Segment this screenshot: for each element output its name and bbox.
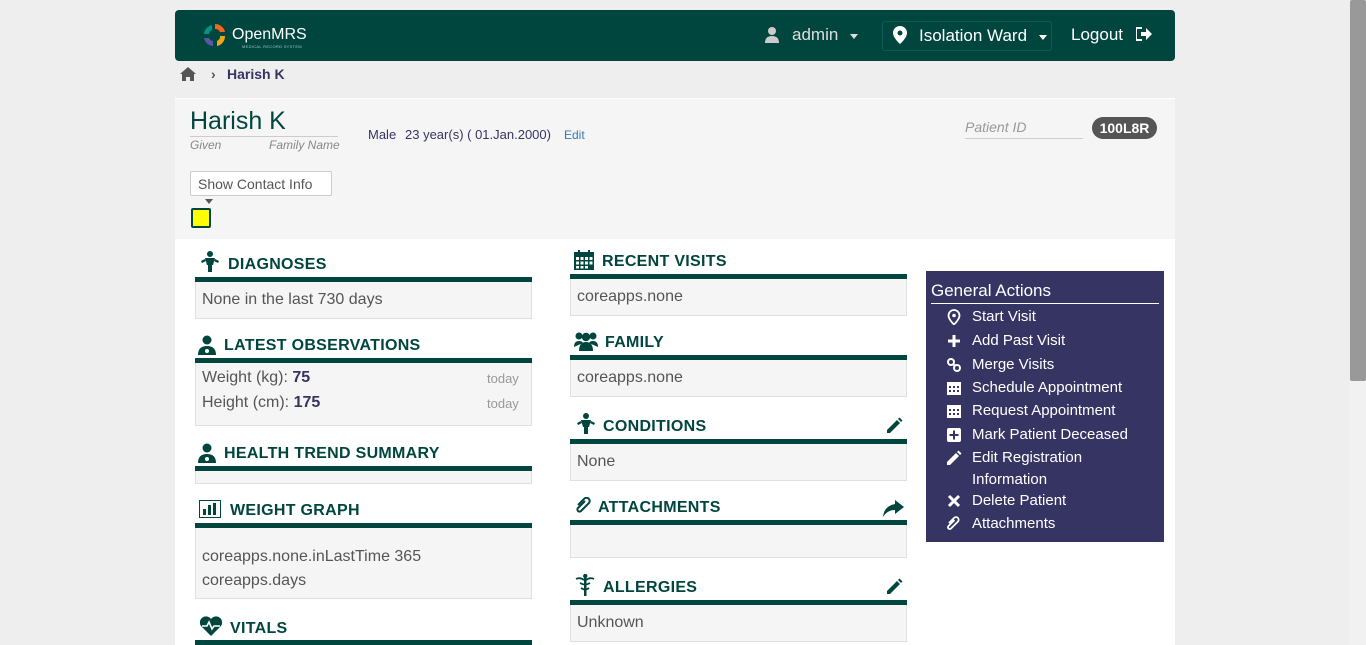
chevron-right-icon: › [211,66,216,82]
allergies-body: Unknown [570,605,907,642]
link-icon [947,358,961,372]
diagnoses-title: DIAGNOSES [228,256,327,273]
recent-visits-text: coreapps.none [577,288,683,305]
brand-subtitle: MEDICAL RECORD SYSTEM [242,44,302,49]
weight-graph-title: WEIGHT GRAPH [230,502,360,519]
recent-visits-title: RECENT VISITS [602,253,727,270]
obs-row: Height (cm): 175 [202,394,320,412]
sign-out-icon [1136,27,1152,41]
chevron-down-icon [850,34,858,39]
diagnosis-icon [201,251,219,272]
user-icon [765,27,779,43]
diagnosis-icon [577,413,595,434]
family-name-label: Family Name [269,138,340,152]
action-label: Mark Patient Deceased [972,426,1128,443]
patient-name: Harish K [190,107,286,135]
breadcrumb-patient: Harish K [227,66,285,82]
weight-graph-body: coreapps.none.inLastTime 365 coreapps.da… [195,528,532,599]
health-trend-body [195,471,532,484]
close-icon [947,494,961,508]
family-text: coreapps.none [577,369,683,386]
weight-graph-line1: coreapps.none.inLastTime 365 [202,548,422,565]
name-divider [190,136,338,137]
family-title: FAMILY [605,334,664,351]
pencil-icon [947,450,962,465]
action-label: Start Visit [972,308,1036,325]
bar-chart-icon [199,500,221,518]
conditions-body: None [570,444,907,481]
chevron-down-icon [1039,35,1047,40]
patient-id-badge: 100L8R [1092,117,1157,139]
latest-observations-body: Weight (kg): 75 today Height (cm): 175 t… [195,363,532,426]
calendar-icon [947,382,961,395]
pencil-icon[interactable] [885,578,903,596]
action-label: Attachments [972,515,1056,532]
age-dob: 23 year(s) ( 01.Jan.2000) [405,127,551,142]
user-md-icon [198,443,216,463]
obs-row: Weight (kg): 75 [202,369,310,387]
conditions-title: CONDITIONS [603,418,707,435]
paperclip-icon [576,497,591,513]
vitals-bar [195,640,532,645]
action-label: Information [972,471,1048,488]
location-name: Isolation Ward [919,26,1028,45]
gender: Male [368,127,397,142]
action-label: Schedule Appointment [972,379,1123,396]
user-name: admin [792,25,839,44]
vitals-title: VITALS [230,620,288,637]
obs-label: Height (cm): [202,394,294,411]
allergies-text: Unknown [577,614,644,631]
recent-visits-body: coreapps.none [570,279,907,316]
health-trend-title: HEALTH TREND SUMMARY [224,445,440,462]
diagnoses-text: None in the last 730 days [202,291,383,308]
obs-value: 75 [292,369,311,386]
obs-time: today [487,396,519,411]
paperclip-icon [947,516,960,530]
contact-btn-label: Show Contact Info [198,176,313,192]
users-icon [574,332,598,351]
action-label: Merge Visits [972,356,1055,373]
heartbeat-icon [199,616,223,636]
obs-label: Weight (kg): [202,369,293,386]
pencil-icon[interactable] [885,417,903,435]
openmrs-logo[interactable]: OpenMRS MEDICAL RECORD SYSTEM [200,22,310,50]
location-selector[interactable]: Isolation Ward [882,21,1052,51]
home-icon[interactable] [180,67,196,81]
obs-value: 175 [293,394,321,411]
caret-down-icon [205,198,213,204]
brand-name: OpenMRS [232,26,307,43]
user-md-icon [198,335,216,355]
weight-graph-line2: coreapps.days [202,572,307,589]
latest-observations-title: LATEST OBSERVATIONS [224,337,421,354]
map-marker-icon [893,26,907,44]
map-marker-icon [947,309,961,325]
family-body: coreapps.none [570,360,907,397]
logout-label: Logout [1071,25,1123,44]
conditions-text: None [577,453,616,470]
calendar-icon [574,250,594,270]
action-label: Add Past Visit [972,332,1066,349]
show-contact-info-button[interactable]: Show Contact Info [190,171,332,204]
plus-icon [948,335,960,347]
attachments-title: ATTACHMENTS [598,499,721,516]
action-label: Edit Registration [972,449,1083,466]
diagnoses-body: None in the last 730 days [195,282,532,319]
logout-link[interactable]: Logout [1071,25,1152,45]
openmrs-logo-icon [204,23,226,46]
action-label: Request Appointment [972,402,1116,419]
attachments-body [570,525,907,558]
sticky-note-icon[interactable] [191,208,211,228]
share-icon[interactable] [882,500,904,518]
plus-square-icon [947,428,961,442]
edit-demographics-link[interactable]: Edit [564,128,585,142]
allergies-title: ALLERGIES [603,579,698,596]
obs-time: today [487,371,519,386]
patient-id-label: Patient ID [965,119,1083,139]
general-actions-title: General Actions [931,281,1159,304]
calendar-icon [947,405,961,418]
scrollbar-thumb[interactable] [1350,0,1366,381]
action-label: Delete Patient [972,492,1067,509]
medkit-icon [575,574,595,596]
given-label: Given [190,138,222,152]
